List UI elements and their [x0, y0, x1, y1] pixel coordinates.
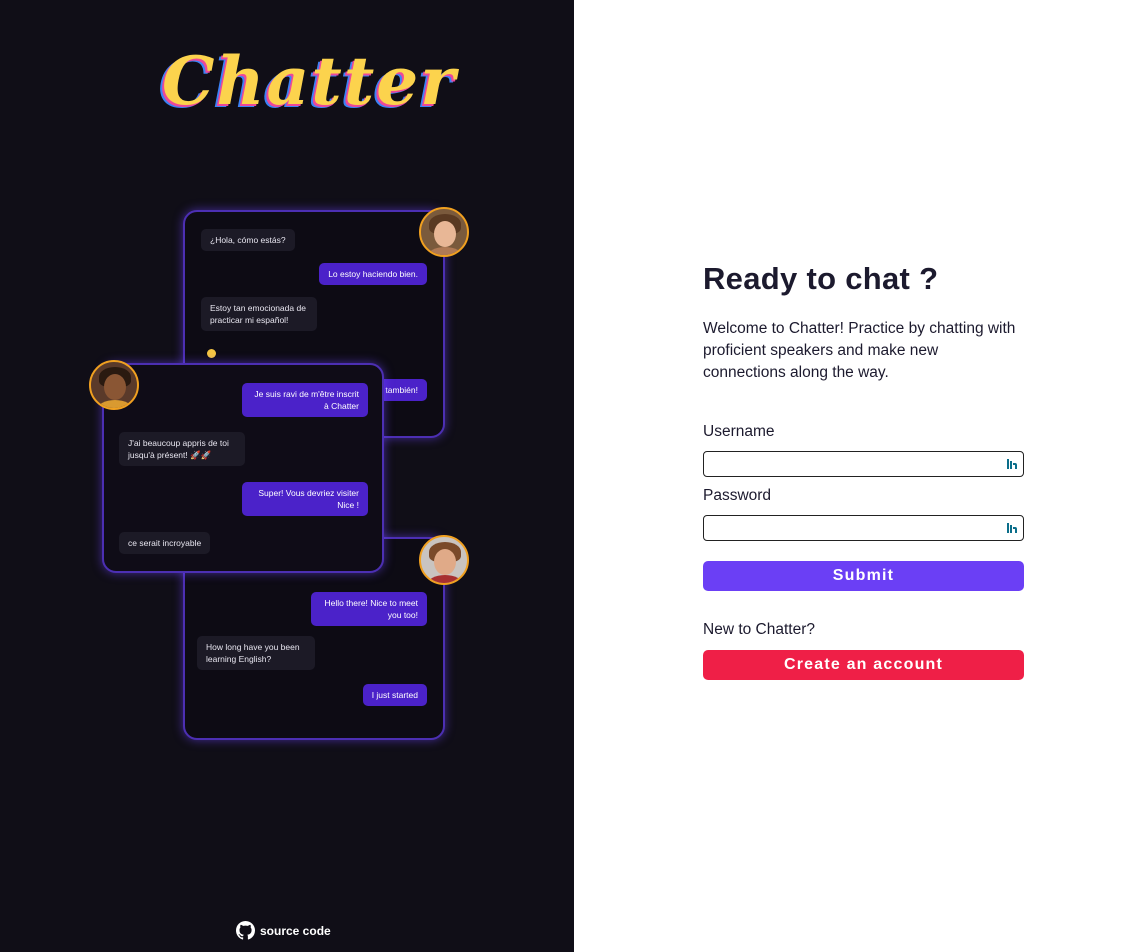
chat-bubble: Super! Vous devriez visiter Nice !	[242, 482, 368, 516]
chatter-logo: Chatter Chatter Chatter	[158, 42, 458, 123]
avatar	[419, 207, 469, 257]
smile-emoji-icon	[207, 349, 216, 358]
source-code-link[interactable]: source code	[236, 921, 331, 940]
create-account-button[interactable]: Create an account	[703, 650, 1024, 680]
chat-bubble: How long have you been learning English?	[197, 636, 315, 670]
source-code-label[interactable]: source code	[260, 924, 331, 938]
avatar	[419, 535, 469, 585]
chat-bubble: I just started	[362, 684, 427, 706]
password-input[interactable]	[704, 516, 1023, 540]
chat-bubble: Lo estoy haciendo bien.	[319, 263, 427, 285]
chat-bubble: J'ai beaucoup appris de toi jusqu'à prés…	[119, 432, 245, 466]
github-icon	[236, 921, 255, 940]
chat-bubble: Hello there! Nice to meet you too!	[311, 592, 427, 626]
password-label: Password	[703, 487, 772, 504]
new-user-prompt: New to Chatter?	[703, 621, 815, 638]
chat-bubble: Estoy tan emocionada de practicar mi esp…	[201, 297, 317, 331]
username-field-wrapper	[703, 451, 1024, 477]
chat-bubble: ¿Hola, cómo estás?	[201, 229, 295, 251]
chat-bubble: ce serait incroyable	[119, 532, 211, 554]
submit-button[interactable]: Submit	[703, 561, 1024, 591]
password-field-wrapper	[703, 515, 1024, 541]
page-title: Ready to chat ?	[703, 261, 939, 296]
password-manager-icon[interactable]	[1006, 458, 1018, 470]
left-panel: Chatter Chatter Chatter ¿Hola, cómo está…	[0, 0, 574, 952]
username-label: Username	[703, 423, 775, 440]
chat-bubble: Je suis ravi de m'être inscrit à Chatter	[242, 383, 368, 417]
chat-preview-middle: Je suis ravi de m'être inscrit à Chatter…	[102, 363, 384, 573]
intro-text: Welcome to Chatter! Practice by chatting…	[703, 320, 1016, 381]
avatar	[89, 360, 139, 410]
username-input[interactable]	[704, 452, 1023, 476]
right-panel: Ready to chat ? Welcome to Chatter! Prac…	[574, 0, 1147, 952]
password-manager-icon[interactable]	[1006, 522, 1018, 534]
